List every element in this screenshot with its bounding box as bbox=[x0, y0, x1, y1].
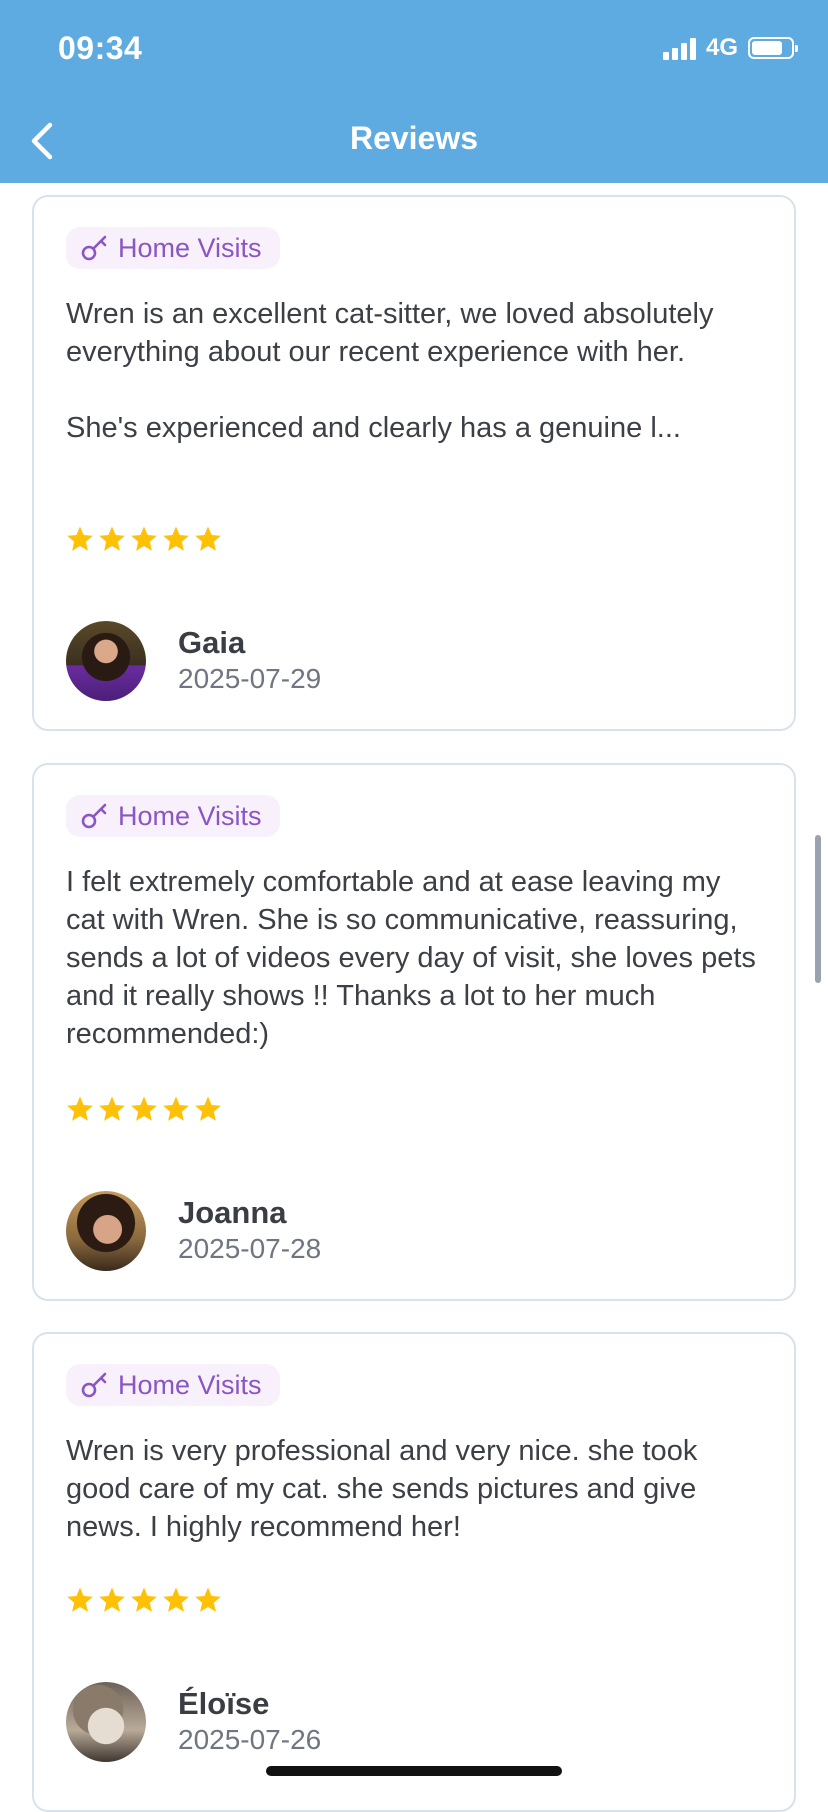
reviewer-name: Joanna bbox=[178, 1195, 287, 1230]
review-card: Home Visits Wren is very professional an… bbox=[32, 1332, 796, 1812]
review-text: I felt extremely comfortable and at ease… bbox=[66, 866, 764, 1050]
avatar bbox=[66, 1191, 146, 1271]
star-icon bbox=[67, 526, 93, 551]
star-icon bbox=[163, 1587, 189, 1612]
review-date: 2025-07-28 bbox=[178, 1233, 322, 1264]
star-icon bbox=[99, 1096, 125, 1121]
star-icon bbox=[163, 1096, 189, 1121]
scrollbar[interactable] bbox=[815, 835, 821, 983]
service-label: Home Visits bbox=[118, 1369, 262, 1400]
service-label: Home Visits bbox=[118, 232, 262, 263]
network-type: 4G bbox=[705, 34, 738, 61]
review-date: 2025-07-26 bbox=[178, 1724, 322, 1755]
rating-stars bbox=[66, 1586, 222, 1614]
app-header: 09:34 4G Reviews bbox=[0, 0, 828, 183]
star-icon bbox=[67, 1587, 93, 1612]
review-text: Wren is very professional and very nice.… bbox=[66, 1435, 706, 1543]
star-icon bbox=[67, 1096, 93, 1121]
key-icon bbox=[81, 803, 107, 829]
service-badge: Home Visits bbox=[66, 227, 280, 269]
avatar bbox=[66, 621, 146, 701]
star-icon bbox=[195, 526, 221, 551]
star-icon bbox=[131, 1096, 157, 1121]
star-icon bbox=[131, 1587, 157, 1612]
star-icon bbox=[99, 1587, 125, 1612]
review-card: Home Visits I felt extremely comfortable… bbox=[32, 763, 796, 1301]
home-indicator[interactable] bbox=[266, 1766, 562, 1776]
service-badge: Home Visits bbox=[66, 795, 280, 837]
signal-icon bbox=[662, 36, 696, 60]
status-time: 09:34 bbox=[58, 30, 143, 66]
star-icon bbox=[131, 526, 157, 551]
rating-stars bbox=[66, 525, 222, 553]
rating-stars bbox=[66, 1095, 222, 1123]
star-icon bbox=[99, 526, 125, 551]
star-icon bbox=[195, 1587, 221, 1612]
reviewer-name: Éloïse bbox=[178, 1686, 270, 1721]
review-text: Wren is an excellent cat-sitter, we love… bbox=[66, 298, 714, 444]
star-icon bbox=[195, 1096, 221, 1121]
avatar bbox=[66, 1682, 146, 1762]
review-card: Home Visits Wren is an excellent cat-sit… bbox=[32, 195, 796, 731]
page-title: Reviews bbox=[349, 120, 479, 156]
status-indicators: 4G bbox=[662, 34, 798, 62]
key-icon bbox=[81, 1372, 107, 1398]
reviewer-name: Gaia bbox=[178, 625, 246, 660]
service-label: Home Visits bbox=[118, 800, 262, 831]
star-icon bbox=[163, 526, 189, 551]
key-icon bbox=[81, 235, 107, 261]
review-date: 2025-07-29 bbox=[178, 663, 322, 694]
service-badge: Home Visits bbox=[66, 1364, 280, 1406]
battery-icon bbox=[748, 37, 798, 59]
